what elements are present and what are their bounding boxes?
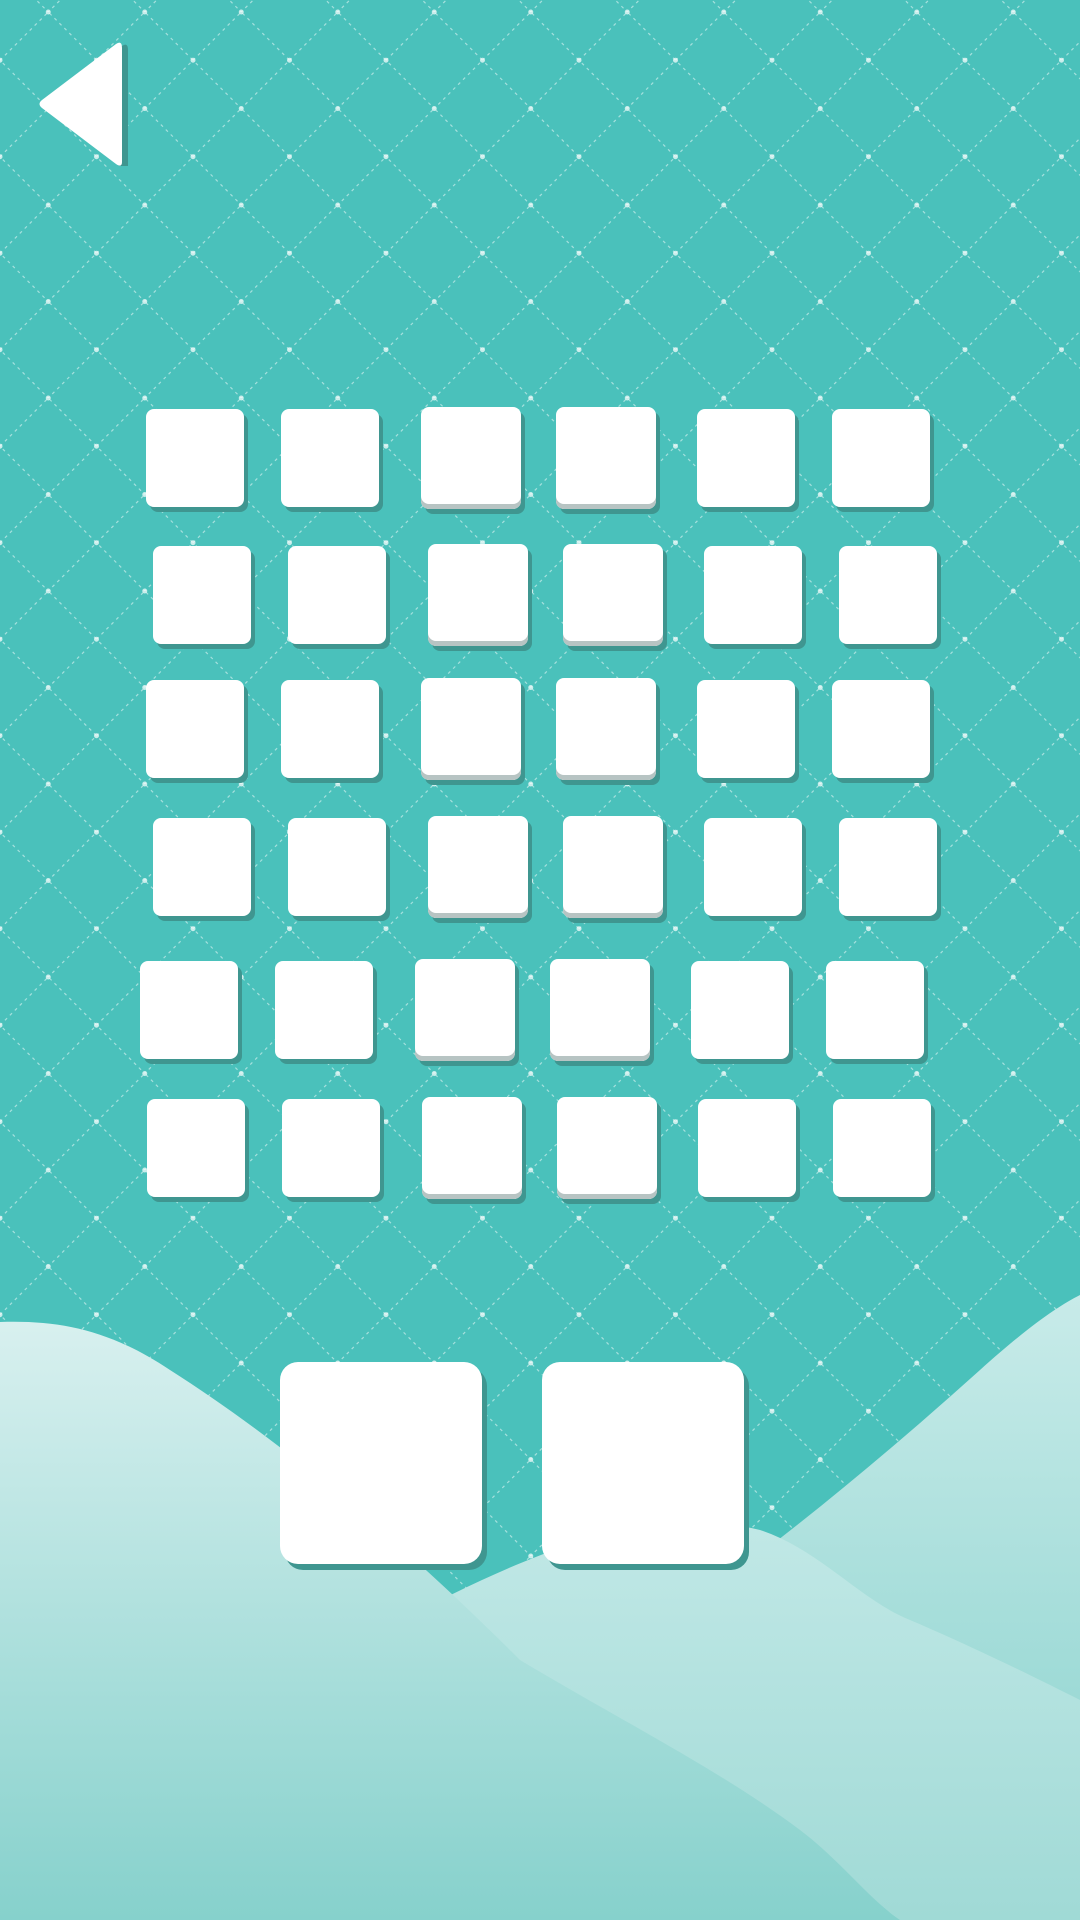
level-tile-20[interactable]: [288, 818, 386, 916]
level-tile-11[interactable]: [704, 546, 802, 644]
level-tile-36[interactable]: [833, 1099, 931, 1197]
level-tile-26[interactable]: [275, 961, 373, 1059]
level-tile-25[interactable]: [140, 961, 238, 1059]
level-select-screen: [0, 0, 1080, 1920]
level-tile-5[interactable]: [697, 409, 795, 507]
level-tile-8[interactable]: [288, 546, 386, 644]
level-tile-6[interactable]: [832, 409, 930, 507]
back-button[interactable]: [36, 36, 130, 166]
left-triangle-icon: [39, 42, 128, 166]
level-tile-15[interactable]: [421, 678, 521, 780]
bottom-button-right[interactable]: [542, 1362, 744, 1564]
level-tile-7[interactable]: [153, 546, 251, 644]
level-tile-27[interactable]: [415, 959, 515, 1061]
level-tile-29[interactable]: [691, 961, 789, 1059]
level-tile-22[interactable]: [563, 816, 663, 918]
level-tile-23[interactable]: [704, 818, 802, 916]
level-tile-24[interactable]: [839, 818, 937, 916]
level-tile-35[interactable]: [698, 1099, 796, 1197]
level-tile-30[interactable]: [826, 961, 924, 1059]
bottom-button-left[interactable]: [280, 1362, 482, 1564]
level-tile-21[interactable]: [428, 816, 528, 918]
level-tile-10[interactable]: [563, 544, 663, 646]
level-tile-32[interactable]: [282, 1099, 380, 1197]
level-tile-33[interactable]: [422, 1097, 522, 1199]
level-tile-28[interactable]: [550, 959, 650, 1061]
level-tile-13[interactable]: [146, 680, 244, 778]
level-tile-1[interactable]: [146, 409, 244, 507]
level-tile-34[interactable]: [557, 1097, 657, 1199]
level-tile-12[interactable]: [839, 546, 937, 644]
level-tile-3[interactable]: [421, 407, 521, 509]
level-tile-17[interactable]: [697, 680, 795, 778]
background: [0, 0, 1080, 1920]
level-tile-4[interactable]: [556, 407, 656, 509]
level-tile-9[interactable]: [428, 544, 528, 646]
level-tile-14[interactable]: [281, 680, 379, 778]
level-tile-19[interactable]: [153, 818, 251, 916]
level-tile-18[interactable]: [832, 680, 930, 778]
level-tile-16[interactable]: [556, 678, 656, 780]
level-tile-31[interactable]: [147, 1099, 245, 1197]
level-tile-2[interactable]: [281, 409, 379, 507]
